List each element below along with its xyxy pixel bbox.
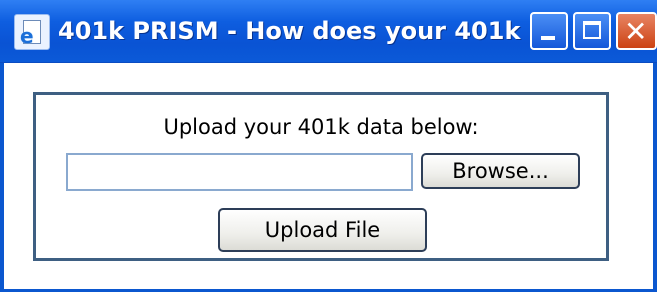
- upload-file-button[interactable]: Upload File: [218, 208, 427, 252]
- upload-prompt: Upload your 401k data below:: [163, 115, 479, 139]
- window-title: 401k PRISM - How does your 401k ...: [58, 17, 557, 45]
- minimize-button[interactable]: [530, 12, 568, 50]
- file-path-input[interactable]: [66, 153, 413, 191]
- title-bar[interactable]: e 401k PRISM - How does your 401k ... ✕: [0, 0, 657, 63]
- maximize-button[interactable]: [573, 12, 611, 50]
- close-button[interactable]: ✕: [616, 12, 657, 50]
- browse-button[interactable]: Browse...: [421, 153, 580, 189]
- minimize-icon: [541, 36, 555, 40]
- upload-panel: Upload your 401k data below: Browse... U…: [33, 92, 609, 261]
- dialog-window: e 401k PRISM - How does your 401k ... ✕ …: [0, 0, 657, 292]
- maximize-icon: [583, 21, 601, 39]
- e-glyph: e: [20, 24, 34, 48]
- ie-page-icon: e: [14, 14, 50, 50]
- close-icon: ✕: [624, 15, 648, 48]
- window-content: Upload your 401k data below: Browse... U…: [4, 63, 653, 289]
